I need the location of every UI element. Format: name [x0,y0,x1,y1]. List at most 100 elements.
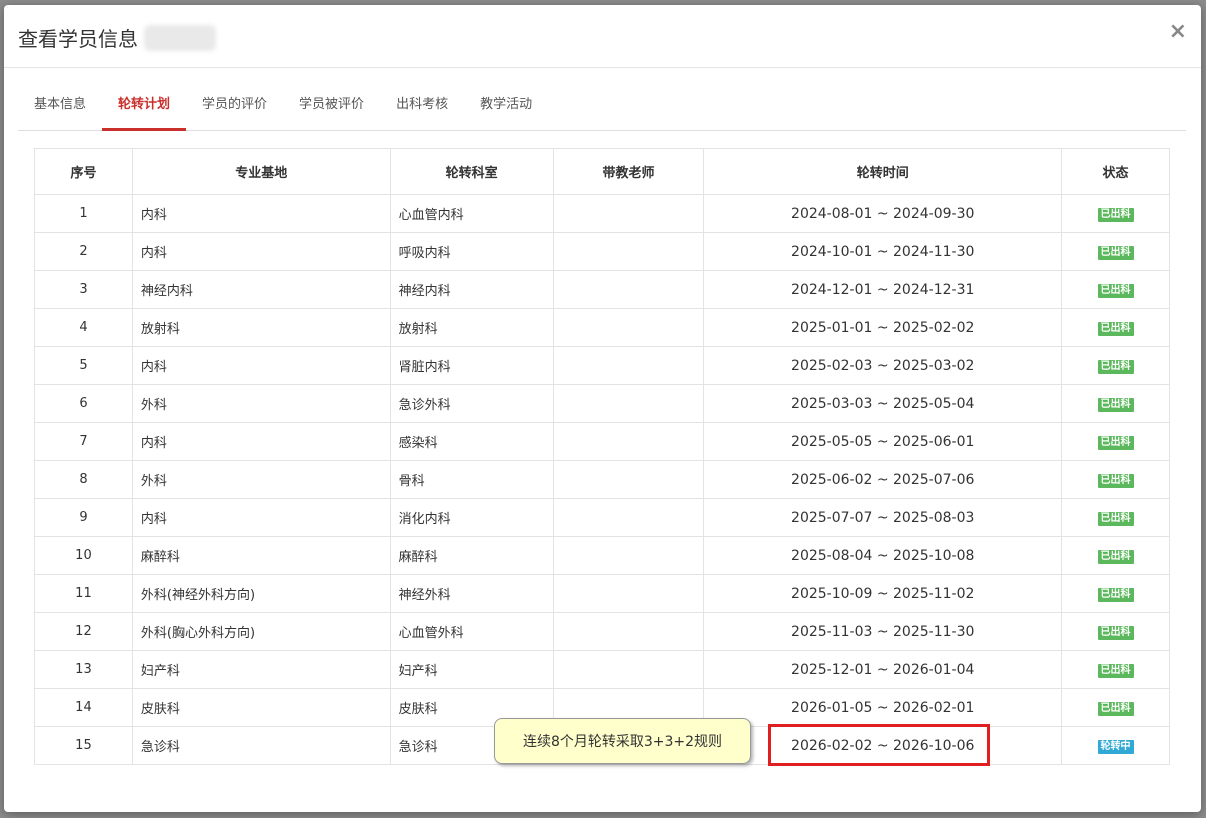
table-row: 12 外科(胸心外科方向) 心血管外科 2025-11-03 ~ 2025-11-30… [34,612,1170,651]
status-badge: 已出科 [1097,321,1134,336]
cell-rotation-time: 2026-01-05 ~ 2026-02-01 [703,688,1063,727]
cell-index: 4 [34,308,133,347]
table-row: 3 神经内科 神经内科 2024-12-01 ~ 2024-12-31 已出科 [34,270,1170,309]
cell-index: 15 [34,726,133,765]
modal-title-text: 查看学员信息 [18,27,138,51]
redacted-student-name [144,24,216,51]
header-status: 状态 [1061,148,1170,195]
cell-teacher [552,384,705,423]
tab-teaching-activities[interactable]: 教学活动 [464,68,548,130]
cell-specialty-base: 外科 [131,384,391,423]
cell-rotation-dept: 心血管外科 [389,612,554,651]
cell-specialty-base: 麻醉科 [131,536,391,575]
cell-index: 9 [34,498,133,537]
table-row: 2 内科 呼吸内科 2024-10-01 ~ 2024-11-30 已出科 [34,232,1170,271]
cell-rotation-time: 2024-08-01 ~ 2024-09-30 [703,194,1063,233]
cell-rotation-dept: 麻醉科 [389,536,554,575]
cell-rotation-dept: 骨科 [389,460,554,499]
cell-specialty-base: 放射科 [131,308,391,347]
cell-specialty-base: 神经内科 [131,270,391,309]
cell-status: 已出科 [1061,232,1170,271]
cell-teacher [552,270,705,309]
cell-status: 已出科 [1061,498,1170,537]
cell-index: 5 [34,346,133,385]
table-header-row: 序号 专业基地 轮转科室 带教老师 轮转时间 状态 [34,148,1170,195]
cell-rotation-time: 2025-06-02 ~ 2025-07-06 [703,460,1063,499]
cell-teacher [552,460,705,499]
cell-rotation-time: 2025-03-03 ~ 2025-05-04 [703,384,1063,423]
tab-exit-assessment[interactable]: 出科考核 [380,68,464,130]
tab-student-evaluations[interactable]: 学员的评价 [186,68,283,130]
cell-teacher [552,498,705,537]
cell-rotation-dept: 呼吸内科 [389,232,554,271]
student-info-modal: 查看学员信息 × 基本信息 轮转计划 学员的评价 学员被评价 出科考核 教学活动… [4,5,1201,812]
cell-rotation-dept: 妇产科 [389,650,554,689]
cell-specialty-base: 妇产科 [131,650,391,689]
cell-teacher [552,308,705,347]
cell-teacher [552,194,705,233]
table-row: 11 外科(神经外科方向) 神经外科 2025-10-09 ~ 2025-11-02 已… [34,574,1170,613]
status-badge: 已出科 [1097,511,1134,526]
cell-rotation-time: 2025-12-01 ~ 2026-01-04 [703,650,1063,689]
cell-index: 3 [34,270,133,309]
cell-status: 已出科 [1061,536,1170,575]
status-badge: 已出科 [1097,473,1134,488]
cell-specialty-base: 内科 [131,346,391,385]
status-badge: 轮转中 [1097,739,1134,754]
tab-basic-info[interactable]: 基本信息 [18,68,102,130]
highlight-box [768,724,990,766]
cell-rotation-dept: 感染科 [389,422,554,461]
cell-rotation-time: 2024-12-01 ~ 2024-12-31 [703,270,1063,309]
status-badge: 已出科 [1097,625,1134,640]
cell-index: 7 [34,422,133,461]
cell-specialty-base: 急诊科 [131,726,391,765]
header-specialty-base: 专业基地 [131,148,391,195]
cell-teacher [552,232,705,271]
table-row: 13 妇产科 妇产科 2025-12-01 ~ 2026-01-04 已出科 [34,650,1170,689]
close-button[interactable]: × [1169,21,1187,43]
cell-status: 已出科 [1061,650,1170,689]
cell-index: 2 [34,232,133,271]
header-teacher: 带教老师 [552,148,705,195]
table-row: 7 内科 感染科 2025-05-05 ~ 2025-06-01 已出科 [34,422,1170,461]
cell-status: 已出科 [1061,194,1170,233]
cell-status: 已出科 [1061,308,1170,347]
status-badge: 已出科 [1097,701,1134,716]
cell-specialty-base: 内科 [131,232,391,271]
cell-specialty-base: 皮肤科 [131,688,391,727]
cell-rotation-dept: 神经内科 [389,270,554,309]
tab-evaluations-received[interactable]: 学员被评价 [283,68,380,130]
table-row: 8 外科 骨科 2025-06-02 ~ 2025-07-06 已出科 [34,460,1170,499]
header-rotation-time: 轮转时间 [703,148,1063,195]
modal-title: 查看学员信息 [18,23,216,52]
status-badge: 已出科 [1097,207,1134,222]
tab-rotation-plan[interactable]: 轮转计划 [102,68,187,131]
table-row: 4 放射科 放射科 2025-01-01 ~ 2025-02-02 已出科 [34,308,1170,347]
status-badge: 已出科 [1097,245,1134,260]
cell-teacher [552,612,705,651]
table-body: 1 内科 心血管内科 2024-08-01 ~ 2024-09-30 已出科 2 内科 呼吸内… [34,194,1170,765]
cell-rotation-time: 2025-07-07 ~ 2025-08-03 [703,498,1063,537]
annotation-tooltip: 连续8个月轮转采取3+3+2规则 [494,718,751,764]
table-row: 10 麻醉科 麻醉科 2025-08-04 ~ 2025-10-08 已出科 [34,536,1170,575]
cell-index: 14 [34,688,133,727]
cell-index: 13 [34,650,133,689]
cell-index: 8 [34,460,133,499]
cell-specialty-base: 内科 [131,194,391,233]
cell-index: 6 [34,384,133,423]
cell-index: 1 [34,194,133,233]
tab-bar: 基本信息 轮转计划 学员的评价 学员被评价 出科考核 教学活动 [18,68,1186,131]
cell-rotation-time: 2025-02-03 ~ 2025-03-02 [703,346,1063,385]
cell-rotation-dept: 神经外科 [389,574,554,613]
cell-status: 已出科 [1061,612,1170,651]
status-badge: 已出科 [1097,587,1134,602]
cell-status: 已出科 [1061,384,1170,423]
cell-status: 已出科 [1061,688,1170,727]
cell-rotation-dept: 肾脏内科 [389,346,554,385]
status-badge: 已出科 [1097,397,1134,412]
cell-index: 11 [34,574,133,613]
cell-rotation-dept: 消化内科 [389,498,554,537]
cell-rotation-dept: 急诊外科 [389,384,554,423]
cell-rotation-time: 2025-11-03 ~ 2025-11-30 [703,612,1063,651]
header-index: 序号 [34,148,133,195]
